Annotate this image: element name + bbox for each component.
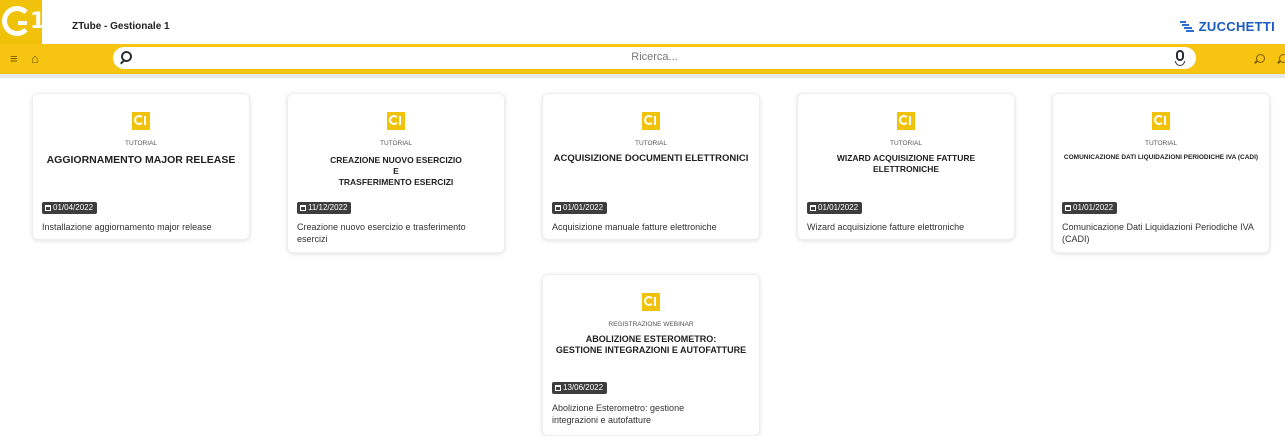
card-category: TUTORIAL [1144, 140, 1178, 147]
card-description: Installazione aggiornamento major releas… [42, 222, 212, 232]
card-title-line: CREAZIONE NUOVO ESERCIZIO [330, 155, 462, 165]
advanced-search-icon[interactable] [1279, 54, 1285, 63]
title-bar: 1 ZTube - Gestionale 1 ZUCCHETTI [0, 0, 1285, 44]
zucchetti-mark-icon [1178, 19, 1195, 33]
menu-icon[interactable]: ≡ [10, 52, 18, 65]
card-date: 01/01/2022 [1073, 203, 1114, 212]
card-title: CREAZIONE NUOVO ESERCIZIO E TRASFERIMENT… [294, 155, 498, 188]
card-date: 01/04/2022 [53, 203, 94, 212]
card-title-line: ABOLIZIONE ESTEROMETRO: [585, 334, 717, 344]
video-card[interactable]: TUTORIAL CREAZIONE NUOVO ESERCIZIO E TRA… [287, 93, 505, 253]
logo-g-mark [2, 6, 32, 36]
card-description: Comunicazione Dati Liquidazioni Periodic… [1062, 222, 1254, 244]
date-badge: 01/01/2022 [552, 202, 608, 214]
date-badge: 01/01/2022 [807, 202, 863, 214]
date-badge: 13/06/2022 [552, 382, 608, 394]
card-category: REGISTRAZIONE WEBINAR [608, 321, 694, 328]
g1-logo-icon [132, 112, 150, 130]
g1-logo-icon [897, 112, 915, 130]
card-title-line: GESTIONE INTEGRAZIONI E AUTOFATTURE [555, 345, 747, 356]
g1-logo-icon [1152, 112, 1170, 130]
card-title: AGGIORNAMENTO MAJOR RELEASE [46, 154, 236, 166]
video-card[interactable]: TUTORIAL ACQUISIZIONE DOCUMENTI ELETTRON… [542, 93, 760, 240]
search-icon[interactable] [1256, 54, 1265, 63]
calendar-icon [300, 205, 306, 211]
card-category: TUTORIAL [379, 140, 413, 147]
video-card[interactable]: REGISTRAZIONE WEBINAR ABOLIZIONE ESTEROM… [542, 274, 760, 436]
video-card[interactable]: TUTORIAL AGGIORNAMENTO MAJOR RELEASE 01/… [32, 93, 250, 240]
card-date: 01/01/2022 [563, 203, 604, 212]
brand-logo: ZUCCHETTI [1178, 18, 1275, 34]
card-title: ACQUISIZIONE DOCUMENTI ELETTRONICI [553, 153, 749, 164]
card-category: TUTORIAL [889, 140, 923, 147]
video-card[interactable]: TUTORIAL COMUNICAZIONE DATI LIQUIDAZIONI… [1052, 93, 1270, 253]
video-card[interactable]: TUTORIAL WIZARD ACQUISIZIONE FATTURE ELE… [797, 93, 1015, 240]
card-title: COMUNICAZIONE DATI LIQUIDAZIONI PERIODIC… [1063, 154, 1259, 161]
card-category: TUTORIAL [634, 140, 668, 147]
card-description: Abolizione Esterometro: gestione integra… [552, 403, 685, 425]
calendar-icon [810, 205, 816, 211]
search-input[interactable]: Ricerca... [113, 47, 1196, 69]
card-title: ABOLIZIONE ESTEROMETRO: GESTIONE INTEGRA… [545, 334, 757, 357]
calendar-icon [555, 385, 561, 391]
date-badge: 01/01/2022 [1062, 202, 1118, 214]
card-description: Creazione nuovo esercizio e trasferiment… [297, 222, 466, 244]
calendar-icon [45, 205, 51, 211]
g1-logo-icon [642, 112, 660, 130]
card-date: 13/06/2022 [563, 383, 604, 392]
logo-1-mark: 1 [30, 9, 46, 34]
date-badge: 11/12/2022 [297, 202, 352, 214]
card-description: Wizard acquisizione fatture elettroniche [807, 222, 965, 232]
app-logo[interactable]: 1 [0, 0, 46, 44]
card-description: Acquisizione manuale fatture elettronich… [552, 222, 717, 232]
card-date: 01/01/2022 [818, 203, 859, 212]
g1-logo-icon [387, 112, 405, 130]
band-divider [0, 74, 1285, 78]
card-title-line: TRASFERIMENTO ESERCIZI [338, 176, 454, 187]
card-title: WIZARD ACQUISIZIONE FATTURE ELETTRONICHE [836, 153, 976, 174]
calendar-icon [1065, 205, 1071, 211]
search-placeholder: Ricerca... [631, 51, 678, 63]
brand-name: ZUCCHETTI [1198, 18, 1275, 34]
microphone-icon[interactable] [1175, 50, 1185, 66]
date-badge: 01/04/2022 [42, 202, 98, 214]
card-category: TUTORIAL [124, 140, 158, 147]
g1-logo-icon [642, 293, 660, 311]
home-icon[interactable]: ⌂ [31, 52, 39, 65]
calendar-icon [555, 205, 561, 211]
card-title-line: E [393, 165, 399, 176]
card-date: 11/12/2022 [308, 203, 348, 212]
app-title: ZTube - Gestionale 1 [72, 21, 170, 32]
